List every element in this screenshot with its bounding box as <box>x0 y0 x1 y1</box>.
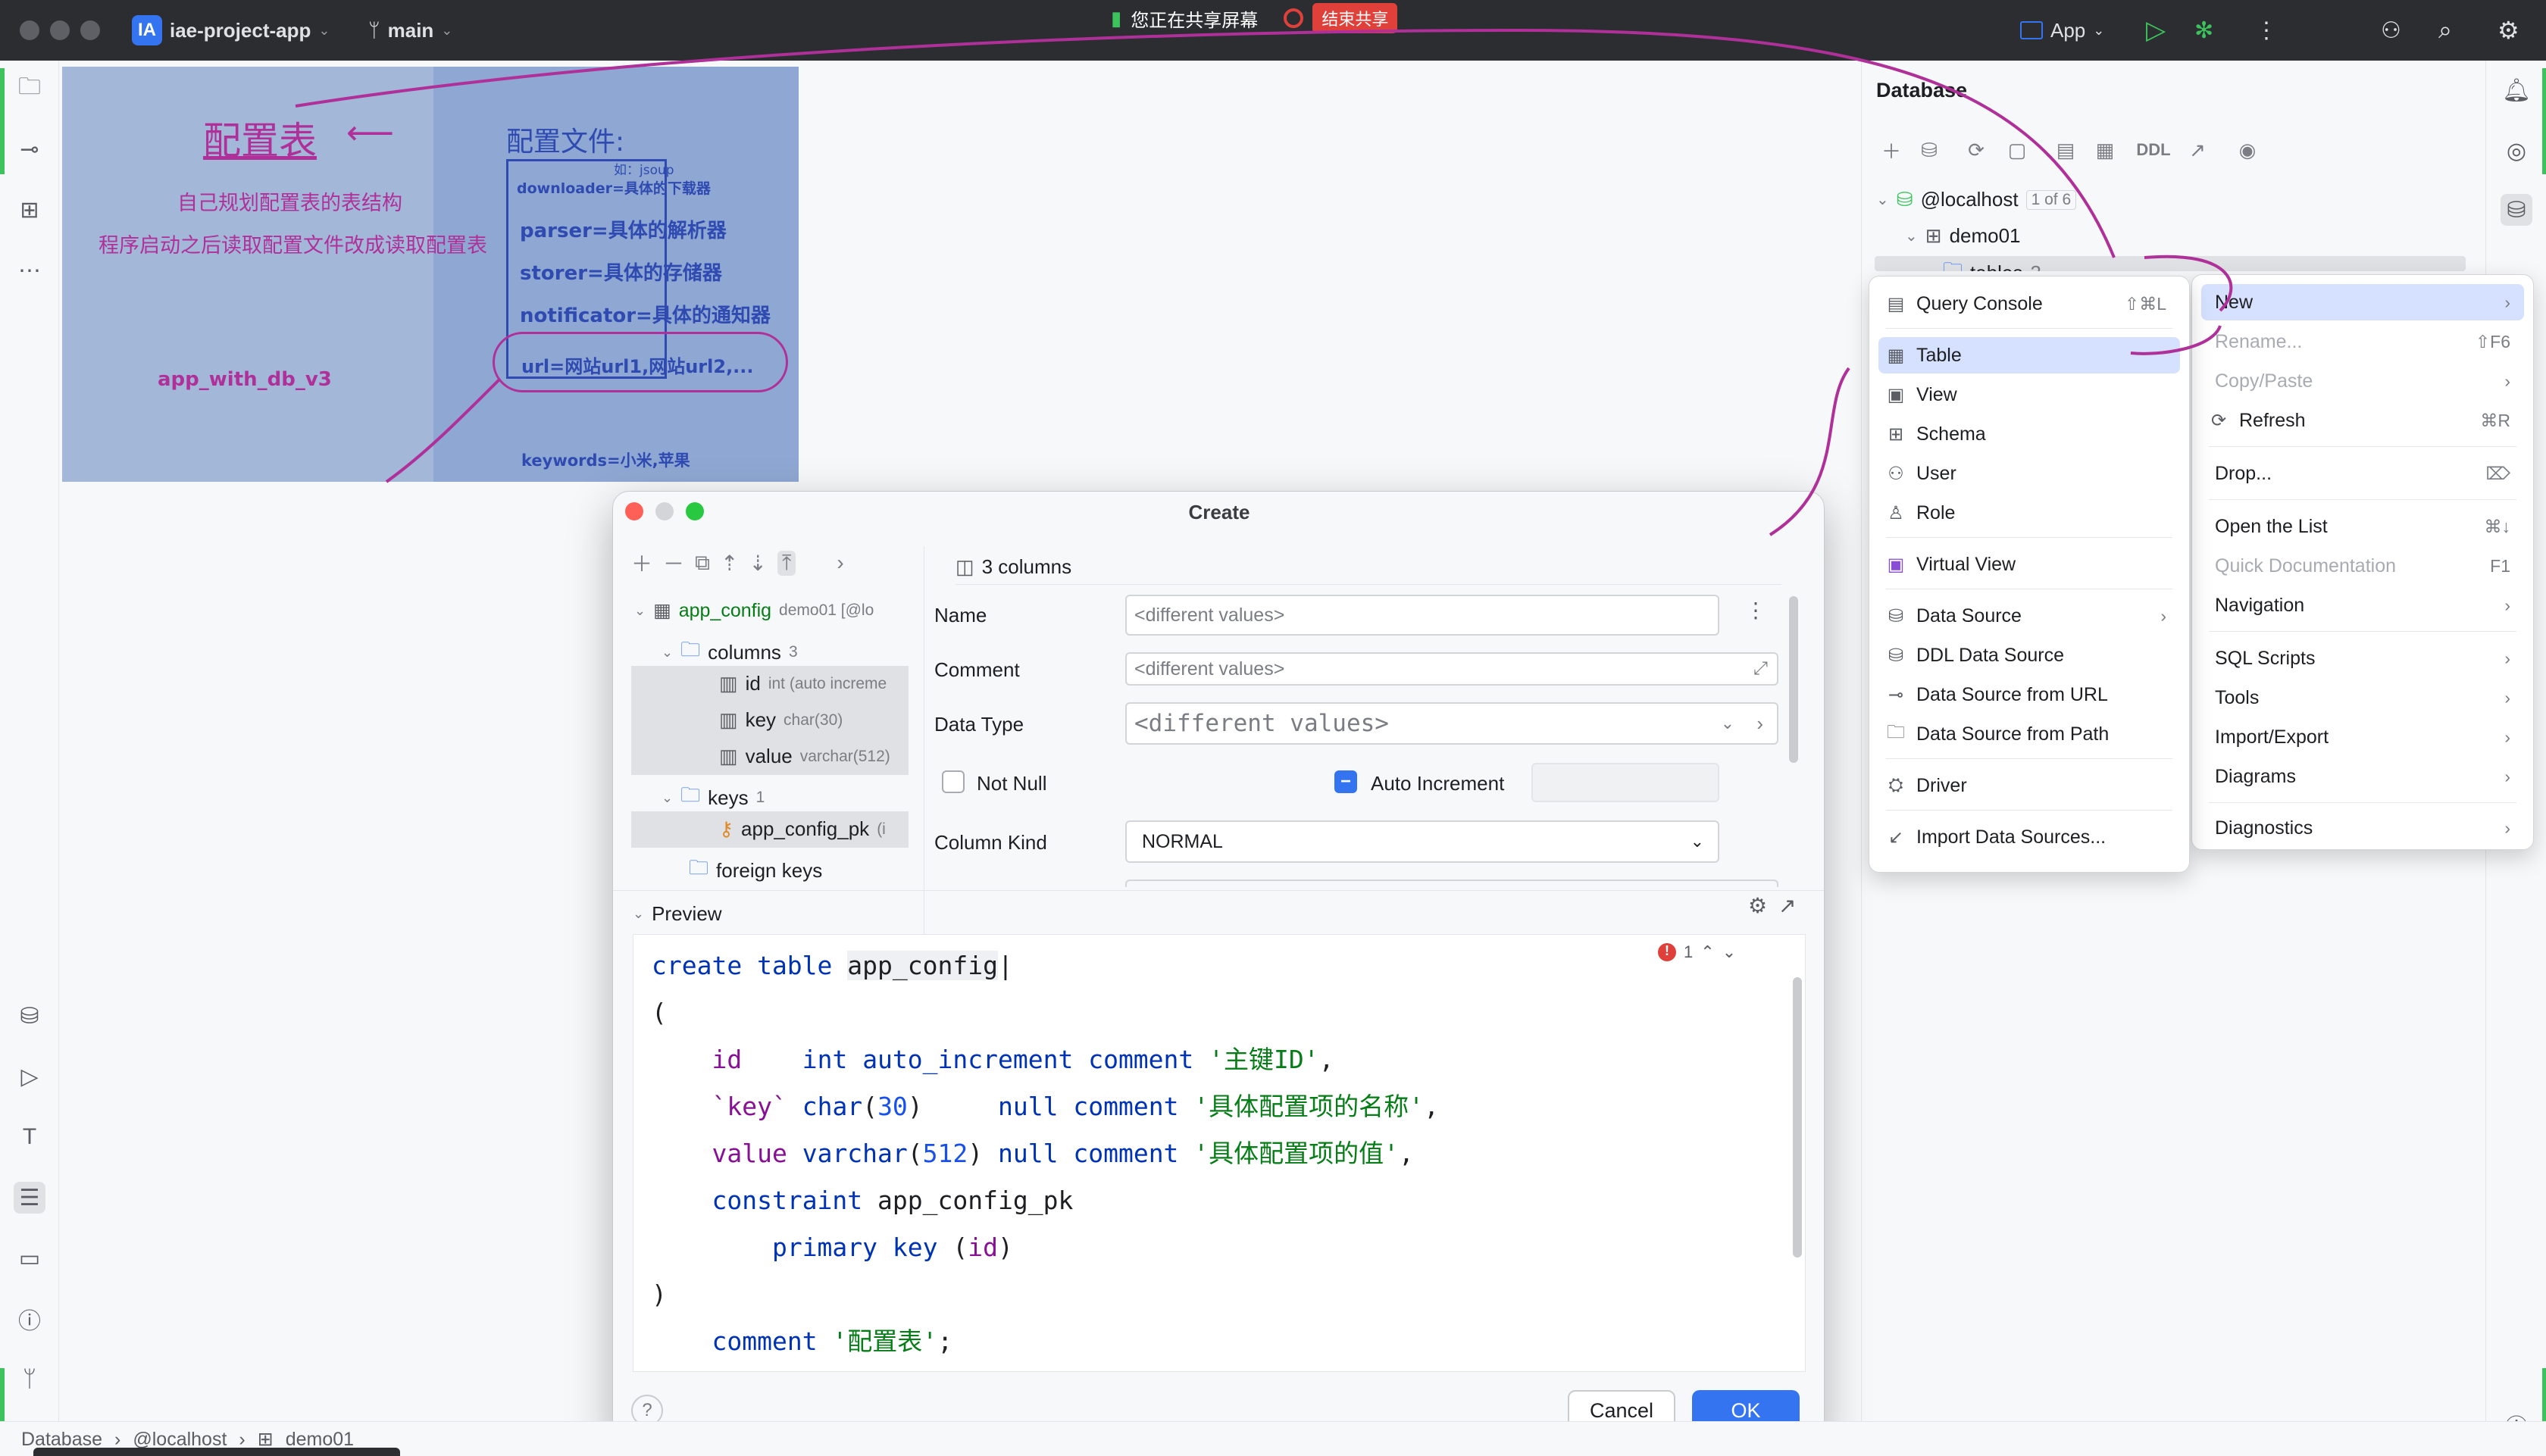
annotation-stroke <box>2144 255 2233 312</box>
annotation-stroke <box>2130 325 2222 355</box>
annotation-overlay <box>295 28 2233 536</box>
status-bar: Database › @localhost › ⊞ demo01 <box>0 1421 2546 1456</box>
dock-strip <box>33 1448 400 1456</box>
annotation-stroke <box>295 28 2116 258</box>
annotation-stroke <box>385 377 502 483</box>
annotation-stroke <box>1769 367 1850 536</box>
ide-window: IA iae-project-app ⌄ ᛘ main ⌄ ▮ 您正在共享屏幕 … <box>0 0 2546 1456</box>
